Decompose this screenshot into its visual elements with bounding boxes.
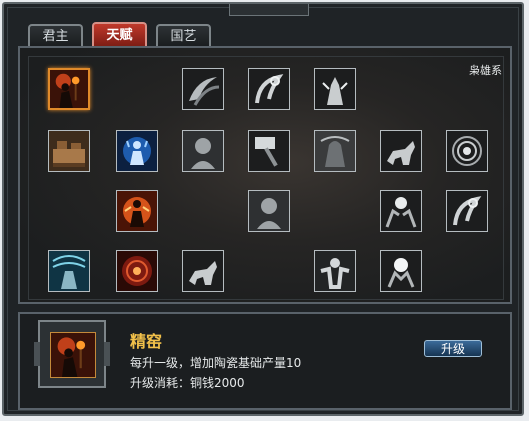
- skill-name: 精窑: [130, 332, 163, 351]
- skill-slot-10[interactable]: [380, 130, 422, 172]
- horse-rider-icon: [183, 251, 223, 291]
- horse-rider-icon: [381, 131, 421, 171]
- fortress-icon: [49, 131, 89, 171]
- skill-slot-6[interactable]: [116, 130, 158, 172]
- storm-figure-icon: [49, 251, 89, 291]
- talent-window: 君主 天赋 国艺 枭雄系 精窑 每升一级，增加陶瓷基础产量10 升级消耗：铜钱2…: [2, 2, 524, 416]
- claw-icon: [183, 69, 223, 109]
- skill-slot-4[interactable]: [314, 68, 356, 110]
- skill-slot-20[interactable]: [380, 250, 422, 292]
- spiral-swoosh-icon: [447, 191, 487, 231]
- skill-slot-14[interactable]: [380, 190, 422, 232]
- skill-slot-19[interactable]: [314, 250, 356, 292]
- upgrade-cost: 升级消耗：铜钱2000: [130, 376, 245, 390]
- skill-slot-13[interactable]: [248, 190, 290, 232]
- glowing-hands-icon: [381, 251, 421, 291]
- skill-slot-2[interactable]: [182, 68, 224, 110]
- skill-slot-3[interactable]: [248, 68, 290, 110]
- skill-detail-panel: 精窑 每升一级，增加陶瓷基础产量10 升级消耗：铜钱2000 升级: [18, 312, 512, 410]
- vortex-icon: [447, 131, 487, 171]
- skill-slot-15[interactable]: [446, 190, 488, 232]
- talent-tree-panel: 枭雄系: [18, 46, 512, 304]
- top-ornament: [229, 4, 309, 16]
- figure-with-torch-icon: [51, 333, 95, 377]
- skill-description: 每升一级，增加陶瓷基础产量10: [130, 356, 302, 370]
- skill-slot-17[interactable]: [116, 250, 158, 292]
- blue-aura-figure-icon: [117, 131, 157, 171]
- tab-talent[interactable]: 天赋: [92, 22, 147, 46]
- tab-monarch[interactable]: 君主: [28, 24, 83, 46]
- head-silhouette-icon: [183, 131, 223, 171]
- head-silhouette-icon: [249, 191, 289, 231]
- detail-skill-icon: [50, 332, 96, 378]
- detail-icon-frame: [34, 320, 110, 388]
- skill-slot-12[interactable]: [116, 190, 158, 232]
- praying-hands-icon: [315, 69, 355, 109]
- fire-aura-figure-icon: [117, 191, 157, 231]
- tab-national-arts[interactable]: 国艺: [156, 24, 211, 46]
- skill-slot-7[interactable]: [182, 130, 224, 172]
- red-vortex-icon: [117, 251, 157, 291]
- skill-slot-9[interactable]: [314, 130, 356, 172]
- hammer-icon: [249, 131, 289, 171]
- hooded-figure-icon: [315, 131, 355, 171]
- skill-slot-8[interactable]: [248, 130, 290, 172]
- skill-slot-16[interactable]: [48, 250, 90, 292]
- series-label: 枭雄系: [469, 64, 502, 77]
- skill-slot-18[interactable]: [182, 250, 224, 292]
- spiral-swoosh-icon: [249, 69, 289, 109]
- figure-with-torch-icon: [50, 70, 88, 108]
- hands-orb-icon: [381, 191, 421, 231]
- skill-slot-11[interactable]: [446, 130, 488, 172]
- skill-slot-5[interactable]: [48, 130, 90, 172]
- skill-slot-1[interactable]: [48, 68, 90, 110]
- upgrade-button[interactable]: 升级: [424, 340, 482, 357]
- power-figure-icon: [315, 251, 355, 291]
